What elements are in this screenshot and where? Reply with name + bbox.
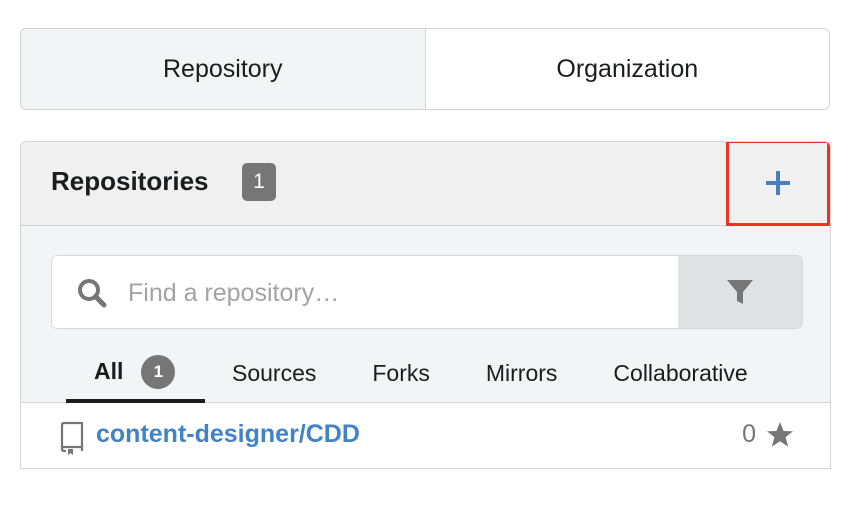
- book-icon: [60, 421, 84, 455]
- repo-filter-tabs: All 1 Sources Forks Mirrors Collaborativ…: [66, 344, 748, 403]
- filter-tab-sources[interactable]: Sources: [232, 344, 316, 403]
- filter-tab-all-count: 1: [141, 354, 176, 389]
- panel-title: Repositories: [51, 166, 209, 196]
- filter-tab-collaborative[interactable]: Collaborative: [613, 344, 747, 403]
- repositories-panel: Repositories 1 All 1: [20, 141, 831, 469]
- filter-tab-all[interactable]: All 1: [66, 344, 205, 403]
- panel-body: All 1 Sources Forks Mirrors Collaborativ…: [21, 226, 830, 403]
- tab-organization[interactable]: Organization: [425, 29, 829, 109]
- view-switcher: Repository Organization: [20, 28, 830, 110]
- repo-count-badge: 1: [242, 163, 276, 201]
- filter-icon: [727, 280, 753, 304]
- filter-tab-mirrors[interactable]: Mirrors: [486, 344, 558, 403]
- repo-link[interactable]: content-designer/CDD: [96, 420, 360, 449]
- panel-header: Repositories 1: [21, 142, 830, 226]
- filter-button[interactable]: [678, 256, 802, 328]
- star-count: 0: [742, 420, 756, 448]
- star-icon: [767, 421, 793, 447]
- tab-repository[interactable]: Repository: [21, 29, 426, 109]
- add-repository-button[interactable]: [726, 142, 830, 226]
- search-input[interactable]: [126, 256, 680, 328]
- repo-list-item: content-designer/CDD 0: [21, 404, 830, 468]
- filter-tab-all-label: All: [94, 358, 124, 384]
- repo-stars: 0: [742, 420, 794, 449]
- filter-tab-forks[interactable]: Forks: [372, 344, 430, 403]
- plus-icon: [766, 171, 790, 195]
- search-box: [51, 255, 803, 329]
- search-icon: [78, 279, 107, 308]
